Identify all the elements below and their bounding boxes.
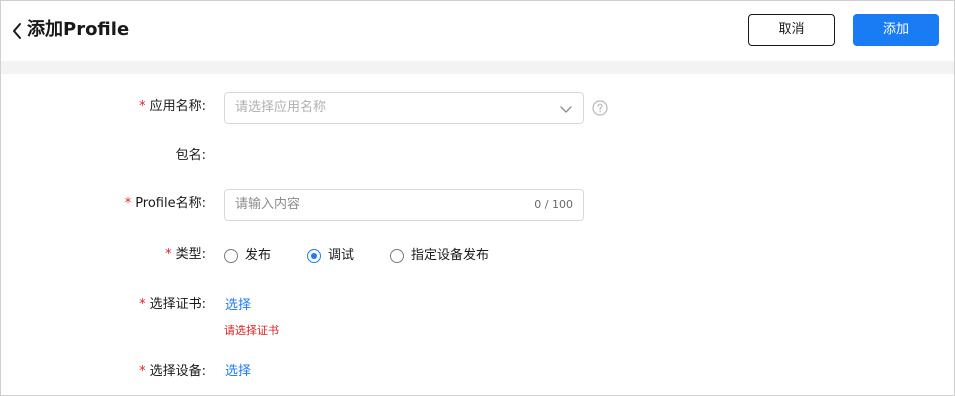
- app-name-placeholder: 请选择应用名称: [235, 100, 327, 115]
- certificate-label-text: 选择证书:: [149, 297, 206, 312]
- radio-circle: [224, 249, 238, 263]
- page-title: 添加Profile: [27, 19, 130, 40]
- certificate-error-message: 请选择证书: [224, 324, 279, 337]
- radio-circle: [390, 249, 404, 263]
- app-name-label-text: 应用名称:: [149, 99, 206, 114]
- help-icon[interactable]: [592, 100, 608, 116]
- header-divider: [1, 61, 954, 74]
- app-name-select[interactable]: 请选择应用名称: [224, 92, 584, 124]
- radio-device-release[interactable]: 指定设备发布: [390, 247, 489, 265]
- char-counter: 0 / 100: [534, 198, 573, 211]
- profile-name-label: * Profile名称:: [125, 195, 206, 213]
- required-mark: *: [165, 247, 172, 262]
- profile-name-input[interactable]: 请输入内容 0 / 100: [224, 189, 584, 221]
- chevron-down-icon: [560, 106, 572, 113]
- profile-name-label-text: Profile名称:: [135, 196, 206, 211]
- chevron-left-icon: [13, 23, 21, 39]
- page-header: 添加Profile 取消 添加: [1, 1, 954, 61]
- type-label-text: 类型:: [175, 247, 206, 262]
- device-label: * 选择设备:: [139, 363, 206, 381]
- package-name-label: 包名:: [175, 148, 206, 163]
- required-mark: *: [124, 196, 132, 211]
- app-name-label: * 应用名称:: [139, 98, 206, 116]
- required-mark: *: [139, 364, 146, 379]
- select-device-link[interactable]: 选择: [225, 363, 251, 381]
- back-button[interactable]: [7, 19, 27, 43]
- radio-release[interactable]: 发布: [224, 247, 271, 265]
- radio-debug[interactable]: 调试: [307, 247, 354, 265]
- radio-release-label: 发布: [245, 248, 272, 263]
- select-certificate-link[interactable]: 选择: [225, 297, 251, 315]
- required-mark: *: [139, 99, 146, 114]
- radio-circle-checked: [307, 249, 321, 263]
- radio-device-release-label: 指定设备发布: [411, 248, 490, 263]
- certificate-label: * 选择证书:: [139, 296, 206, 314]
- cancel-button[interactable]: 取消: [748, 14, 835, 46]
- device-label-text: 选择设备:: [149, 364, 206, 379]
- profile-name-placeholder: 请输入内容: [235, 197, 301, 212]
- add-button[interactable]: 添加: [853, 14, 939, 46]
- radio-debug-label: 调试: [328, 248, 355, 263]
- type-label: * 类型:: [165, 246, 206, 264]
- required-mark: *: [139, 297, 146, 312]
